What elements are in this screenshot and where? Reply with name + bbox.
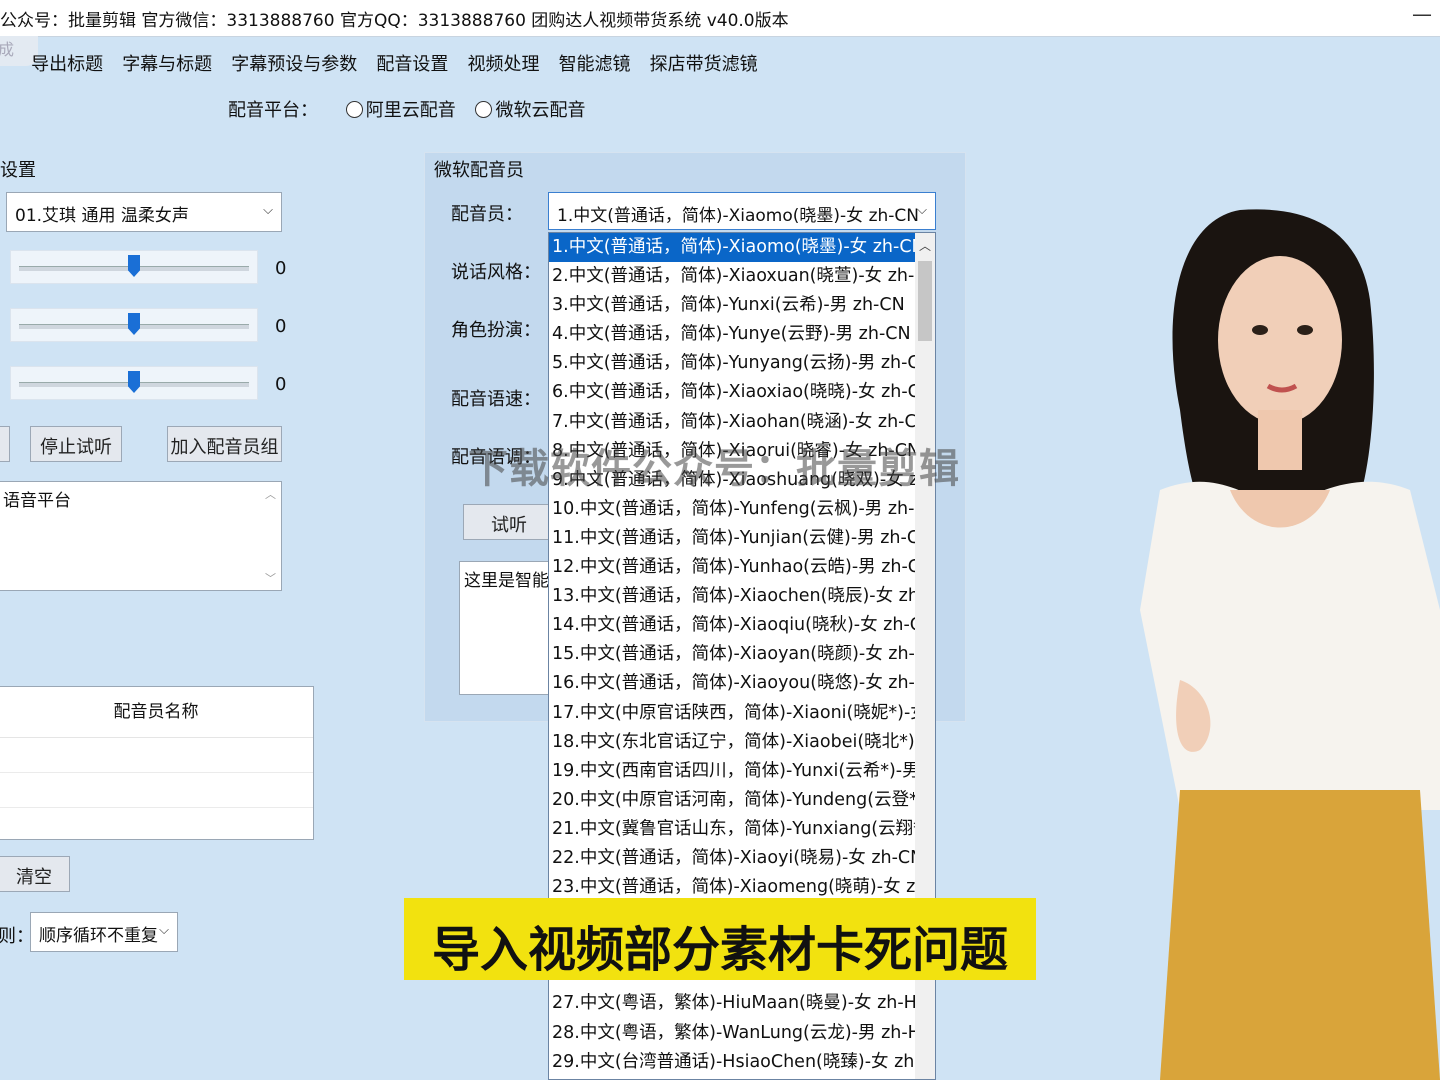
left-text-area[interactable]: 语音平台 ︿ ﹀ <box>0 481 282 591</box>
voice-option[interactable]: 16.中文(普通话，简体)-Xiaoyou(晓悠)-女 zh-CN <box>549 669 916 698</box>
left-section-title: 设置 <box>0 160 36 181</box>
tab-export-title[interactable]: 导出标题 <box>31 50 103 76</box>
voice-option[interactable]: 12.中文(普通话，简体)-Yunhao(云皓)-男 zh-CN <box>549 553 916 582</box>
voice-label: 配音员： <box>451 204 523 225</box>
speed-label: 配音语速： <box>451 389 541 410</box>
voice-option[interactable]: 18.中文(东北官话辽宁，简体)-Xiaobei(晓北*)-女 z <box>549 728 916 757</box>
chevron-down-icon: ⌵ <box>917 203 927 218</box>
voice-option[interactable]: 6.中文(普通话，简体)-Xiaoxiao(晓晓)-女 zh-CN <box>549 378 916 407</box>
minimize-button[interactable]: — <box>1412 2 1432 26</box>
video-caption: 导入视频部分素材卡死问题 <box>404 898 1036 980</box>
chevron-down-icon: ⌵ <box>263 203 273 218</box>
radio-microsoft[interactable]: 微软云配音 <box>475 100 585 121</box>
tab-smart-filter[interactable]: 智能滤镜 <box>559 50 631 76</box>
voice-option[interactable]: 3.中文(普通话，简体)-Yunxi(云希)-男 zh-CN <box>549 291 916 320</box>
speed-slider[interactable] <box>10 308 258 342</box>
preview-button[interactable]: 试听 <box>463 504 555 540</box>
add-voice-group-button[interactable]: 加入配音员组 <box>167 426 282 462</box>
tab-subtitle-title[interactable]: 字幕与标题 <box>122 50 212 76</box>
left-text-content: 语音平台 <box>3 491 71 511</box>
tab-store-filter[interactable]: 探店带货滤镜 <box>650 50 758 76</box>
slider-thumb[interactable] <box>128 371 140 393</box>
role-label: 角色扮演： <box>451 320 541 341</box>
title-bar: 公众号：批量剪辑 官方微信：3313888760 官方QQ：3313888760… <box>0 0 1440 37</box>
platform-row: 配音平台： 阿里云配音 微软云配音 <box>228 96 585 122</box>
platform-label: 配音平台： <box>228 100 318 121</box>
preview-text-area[interactable]: 这里是智能 <box>459 561 559 695</box>
panel-title: 微软配音员 <box>434 160 524 181</box>
stop-preview-button[interactable]: 停止试听 <box>30 426 122 462</box>
voice-option[interactable]: 29.中文(台湾普通话)-HsiaoChen(晓臻)-女 zh-TW <box>549 1048 916 1077</box>
voice-option[interactable]: 2.中文(普通话，简体)-Xiaoxuan(晓萱)-女 zh-CN <box>549 262 916 291</box>
voice-option[interactable]: 13.中文(普通话，简体)-Xiaochen(晓辰)-女 zh-CN <box>549 582 916 611</box>
voice-option[interactable]: 14.中文(普通话，简体)-Xiaoqiu(晓秋)-女 zh-CN <box>549 611 916 640</box>
voice-option[interactable]: 5.中文(普通话，简体)-Yunyang(云扬)-男 zh-CN <box>549 349 916 378</box>
chevron-up-icon[interactable]: ︿ <box>919 237 931 254</box>
voice-option[interactable]: 20.中文(中原官话河南，简体)-Yundeng(云登*)-男 <box>549 786 916 815</box>
mode-select[interactable]: 顺序循环不重复 ⌵ <box>30 912 178 952</box>
watermark-text: 下载软件公众号：批量剪辑 <box>468 446 960 492</box>
presenter-image <box>1140 209 1440 1080</box>
tab-voice-settings[interactable]: 配音设置 <box>376 50 448 76</box>
style-label: 说话风格： <box>451 262 541 283</box>
voice-option[interactable]: 11.中文(普通话，简体)-Yunjian(云健)-男 zh-CN <box>549 524 916 553</box>
slider-thumb[interactable] <box>128 255 140 277</box>
voice-option[interactable]: 21.中文(冀鲁官话山东，简体)-Yunxiang(云翔*)-男 <box>549 815 916 844</box>
voice-option[interactable]: 10.中文(普通话，简体)-Yunfeng(云枫)-男 zh-CN <box>549 495 916 524</box>
window-title: 公众号：批量剪辑 官方微信：3313888760 官方QQ：3313888760… <box>0 11 789 31</box>
table-header: 配音员名称 <box>0 687 313 738</box>
voice-select-value: 1.中文(普通话，简体)-Xiaomo(晓墨)-女 zh-CN <box>557 206 919 226</box>
mode-label: 则： <box>0 926 34 947</box>
voice-option[interactable]: 15.中文(普通话，简体)-Xiaoyan(晓颜)-女 zh-CN <box>549 640 916 669</box>
voice-option[interactable]: 22.中文(普通话，简体)-Xiaoyi(晓易)-女 zh-CN <box>549 844 916 873</box>
speed-value: 0 <box>275 316 287 337</box>
scrollbar-thumb[interactable] <box>918 261 932 341</box>
voice-group-table: 配音员名称 <box>0 686 314 840</box>
voice-select-value: 01.艾琪 通用 温柔女声 <box>15 206 189 226</box>
voice-option[interactable]: 17.中文(中原官话陕西，简体)-Xiaoni(晓妮*)-女 zh <box>549 699 916 728</box>
mode-select-value: 顺序循环不重复 <box>39 926 158 946</box>
voice-option[interactable]: 19.中文(西南官话四川，简体)-Yunxi(云希*)-男 zh- <box>549 757 916 786</box>
radio-aliyun-label: 阿里云配音 <box>365 100 456 121</box>
pitch-value: 0 <box>275 374 287 395</box>
voice-option[interactable]: 4.中文(普通话，简体)-Yunye(云野)-男 zh-CN <box>549 320 916 349</box>
tab-subtitle-presets[interactable]: 字幕预设与参数 <box>231 50 357 76</box>
volume-slider[interactable] <box>10 250 258 284</box>
table-row[interactable] <box>0 738 313 773</box>
table-row[interactable] <box>0 773 313 808</box>
clear-button[interactable]: 清空 <box>0 856 70 892</box>
tab-bar: ： 导出标题 字幕与标题 字幕预设与参数 配音设置 视频处理 智能滤镜 探店带货… <box>0 50 772 76</box>
scroll-arrows-icon[interactable]: ︿ ﹀ <box>265 486 277 586</box>
radio-aliyun[interactable]: 阿里云配音 <box>345 100 456 121</box>
microsoft-voice-select[interactable]: 1.中文(普通话，简体)-Xiaomo(晓墨)-女 zh-CN ⌵ <box>548 192 936 230</box>
preview-text-content: 这里是智能 <box>464 571 549 591</box>
slider-thumb[interactable] <box>128 313 140 335</box>
voice-option[interactable]: 1.中文(普通话，简体)-Xiaomo(晓墨)-女 zh-CN <box>549 233 916 263</box>
voice-select-aliyun[interactable]: 01.艾琪 通用 温柔女声 ⌵ <box>6 192 282 232</box>
tab-prefix: ： <box>0 50 12 76</box>
voice-option[interactable]: 27.中文(粤语，繁体)-HiuMaan(晓曼)-女 zh-HK <box>549 989 916 1018</box>
pitch-slider[interactable] <box>10 366 258 400</box>
radio-circle-icon[interactable] <box>475 101 493 118</box>
volume-value: 0 <box>275 258 287 279</box>
radio-microsoft-label: 微软云配音 <box>495 100 586 121</box>
tab-video-processing[interactable]: 视频处理 <box>467 50 539 76</box>
play-button-partial[interactable] <box>0 426 10 462</box>
radio-circle-icon[interactable] <box>345 101 363 118</box>
voice-option[interactable]: 7.中文(普通话，简体)-Xiaohan(晓涵)-女 zh-CN <box>549 408 916 437</box>
voice-option[interactable]: 28.中文(粤语，繁体)-WanLung(云龙)-男 zh-HK <box>549 1019 916 1048</box>
chevron-down-icon: ⌵ <box>159 923 169 938</box>
